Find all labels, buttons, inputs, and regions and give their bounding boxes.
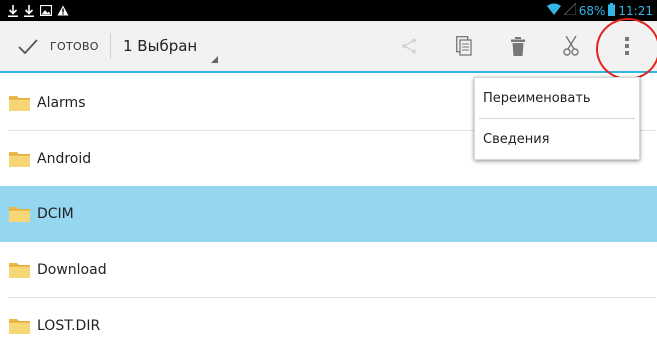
share-icon[interactable] [388, 21, 430, 71]
image-icon [39, 3, 53, 18]
copy-icon[interactable] [443, 21, 485, 71]
menu-item-rename[interactable]: Переименовать [475, 78, 639, 119]
cut-icon[interactable] [550, 21, 592, 71]
wifi-icon [546, 3, 561, 18]
list-item[interactable]: LOST.DIR [0, 298, 657, 354]
file-name: Android [37, 151, 92, 167]
overflow-popup-menu: Переименовать Сведения [474, 77, 640, 160]
folder-icon [9, 206, 31, 222]
file-name: DCIM [37, 206, 74, 222]
delete-icon[interactable] [497, 21, 539, 71]
list-item-selected[interactable]: DCIM [0, 186, 657, 242]
selection-count-dropdown[interactable]: 1 Выбран [123, 21, 243, 71]
check-icon [18, 38, 38, 54]
signal-icon [563, 2, 577, 18]
file-name: LOST.DIR [37, 318, 101, 334]
download-icon [7, 3, 19, 18]
status-bar: 68% 11:21 [0, 0, 657, 21]
menu-item-details[interactable]: Сведения [475, 119, 639, 160]
list-item[interactable]: Download [0, 242, 657, 298]
folder-icon [9, 318, 31, 334]
overflow-menu-icon[interactable] [606, 21, 648, 71]
done-label: ГОТОВО [50, 39, 99, 53]
folder-icon [9, 262, 31, 278]
warning-icon [56, 3, 70, 18]
action-bar-divider [110, 33, 111, 59]
battery-icon [608, 2, 616, 19]
battery-percent: 68% [578, 3, 606, 18]
selection-count-label: 1 Выбран [123, 37, 198, 55]
folder-icon [9, 95, 31, 111]
done-button[interactable]: ГОТОВО [0, 21, 110, 71]
file-name: Download [37, 262, 107, 278]
menu-item-label: Переименовать [483, 91, 591, 106]
action-bar-underline [0, 71, 657, 73]
file-name: Alarms [37, 95, 86, 111]
download-icon [23, 3, 35, 18]
folder-icon [9, 151, 31, 167]
menu-item-label: Сведения [483, 132, 550, 147]
clock: 11:21 [618, 3, 653, 18]
dropdown-triangle-icon [211, 49, 218, 67]
